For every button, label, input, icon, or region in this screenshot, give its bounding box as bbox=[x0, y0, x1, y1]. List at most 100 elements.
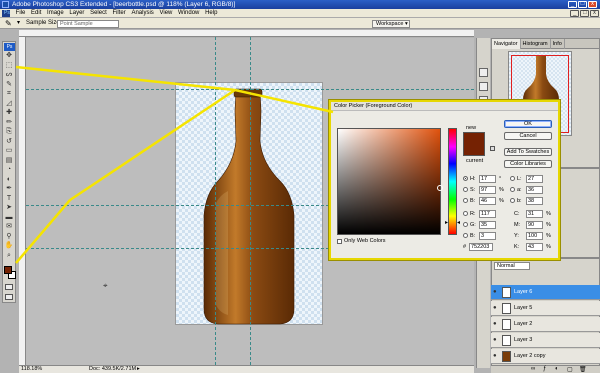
menu-image[interactable]: Image bbox=[45, 9, 66, 18]
hex-field[interactable]: #752203 bbox=[463, 243, 508, 251]
cancel-button[interactable]: Cancel bbox=[504, 132, 552, 140]
notes-tool-icon[interactable]: ✉ bbox=[4, 223, 14, 231]
yellow-input[interactable]: 100 bbox=[526, 232, 543, 240]
slice-tool-icon[interactable]: ◿ bbox=[4, 100, 14, 108]
minimize-button[interactable]: _ bbox=[568, 1, 577, 8]
clone-tool-icon[interactable]: ⎘ bbox=[4, 128, 14, 136]
hue-slider[interactable] bbox=[448, 128, 457, 235]
quick-select-tool-icon[interactable]: ✎ bbox=[4, 81, 14, 89]
blue-field[interactable]: B: 3 bbox=[463, 232, 508, 240]
crop-tool-icon[interactable]: ⌗ bbox=[4, 90, 14, 98]
lab-a-radio[interactable] bbox=[510, 187, 515, 192]
lab-b-radio[interactable] bbox=[510, 198, 515, 203]
saturation-input[interactable]: 97 bbox=[479, 186, 496, 194]
only-web-colors-checkbox[interactable] bbox=[337, 239, 342, 244]
hue-input[interactable]: 17 bbox=[479, 175, 496, 183]
eye-icon[interactable]: ● bbox=[493, 337, 500, 344]
current-color-preview[interactable] bbox=[463, 144, 485, 156]
blend-mode-select[interactable]: Normal bbox=[494, 262, 530, 270]
guide-horizontal[interactable] bbox=[26, 89, 474, 90]
doc-minimize-button[interactable]: _ bbox=[570, 10, 579, 17]
tab-info[interactable]: Info bbox=[551, 39, 565, 49]
eye-icon[interactable]: ● bbox=[493, 353, 500, 360]
color-field-marker[interactable] bbox=[437, 185, 443, 191]
hue-slider-left-arrow-icon[interactable]: ▸ bbox=[445, 219, 448, 226]
saturation-radio[interactable] bbox=[463, 187, 468, 192]
cyan-field[interactable]: C: 31% bbox=[510, 210, 555, 218]
brushes-panel-icon[interactable] bbox=[479, 68, 488, 77]
hue-slider-right-arrow-icon[interactable]: ◂ bbox=[457, 219, 460, 226]
green-radio[interactable] bbox=[463, 222, 468, 227]
eye-icon[interactable]: ● bbox=[493, 289, 500, 296]
workspace-button[interactable]: Workspace ▾ bbox=[372, 20, 410, 28]
tab-navigator[interactable]: Navigator bbox=[492, 39, 521, 49]
zoom-tool-icon[interactable]: ⌕ bbox=[4, 252, 14, 260]
history-brush-tool-icon[interactable]: ↺ bbox=[4, 138, 14, 146]
layer-style-icon[interactable]: ƒ bbox=[543, 366, 546, 372]
red-field[interactable]: R: 117 bbox=[463, 210, 508, 218]
ok-button[interactable]: OK bbox=[504, 120, 552, 128]
sample-size-select[interactable]: Point Sample bbox=[57, 20, 119, 28]
tool-preset-arrow-icon[interactable]: ▾ bbox=[17, 18, 20, 29]
lasso-tool-icon[interactable]: ᔕ bbox=[4, 71, 14, 79]
red-radio[interactable] bbox=[463, 211, 468, 216]
trash-icon[interactable]: 🗑 bbox=[579, 366, 587, 373]
blue-radio[interactable] bbox=[463, 233, 468, 238]
quick-mask-icon[interactable] bbox=[5, 284, 13, 290]
healing-tool-icon[interactable]: ✚ bbox=[4, 109, 14, 117]
link-layers-icon[interactable]: ∞ bbox=[531, 366, 535, 372]
lab-b-input[interactable]: 38 bbox=[526, 197, 543, 205]
pen-tool-icon[interactable]: ✒ bbox=[4, 185, 14, 193]
doc-close-button[interactable]: x bbox=[590, 10, 599, 17]
menu-help[interactable]: Help bbox=[203, 9, 219, 18]
lab-l-field[interactable]: L: 27 bbox=[510, 175, 555, 183]
tool-presets-icon[interactable] bbox=[479, 82, 488, 91]
magenta-field[interactable]: M: 90% bbox=[510, 221, 555, 229]
layer-row[interactable]: ● Layer 2 bbox=[491, 317, 600, 332]
saturation-field[interactable]: S: 97% bbox=[463, 186, 508, 194]
menu-window[interactable]: Window bbox=[176, 9, 201, 18]
eyedropper-tool-icon[interactable]: ⚲ bbox=[4, 233, 14, 241]
green-field[interactable]: G: 35 bbox=[463, 221, 508, 229]
web-safe-cube-icon[interactable] bbox=[490, 146, 495, 151]
maximize-button[interactable]: □ bbox=[578, 1, 587, 8]
lab-b-field[interactable]: b: 38 bbox=[510, 197, 555, 205]
new-layer-icon[interactable]: ▢ bbox=[567, 366, 573, 373]
layer-row[interactable]: ● Layer 2 copy bbox=[491, 349, 600, 364]
color-libraries-button[interactable]: Color Libraries bbox=[504, 160, 552, 168]
move-tool-icon[interactable]: ✥ bbox=[4, 52, 14, 60]
hue-radio[interactable] bbox=[463, 176, 468, 181]
eraser-tool-icon[interactable]: ▭ bbox=[4, 147, 14, 155]
dodge-tool-icon[interactable]: ◐ bbox=[4, 176, 14, 184]
layer-row[interactable]: ● Layer 5 bbox=[491, 301, 600, 316]
screen-mode-icon[interactable] bbox=[5, 294, 13, 300]
brightness-field[interactable]: B: 46% bbox=[463, 197, 508, 205]
layer-row[interactable]: ● Layer 6 bbox=[491, 285, 600, 300]
hand-tool-icon[interactable]: ✋ bbox=[4, 242, 14, 250]
menu-edit[interactable]: Edit bbox=[29, 9, 43, 18]
green-input[interactable]: 35 bbox=[479, 221, 496, 229]
document-canvas[interactable] bbox=[175, 82, 323, 325]
tab-histogram[interactable]: Histogram bbox=[521, 39, 551, 49]
blur-tool-icon[interactable]: ◔ bbox=[4, 166, 14, 174]
foreground-color-swatch[interactable] bbox=[4, 266, 12, 274]
menu-select[interactable]: Select bbox=[88, 9, 109, 18]
lab-a-input[interactable]: 36 bbox=[526, 186, 543, 194]
lab-a-field[interactable]: a: 36 bbox=[510, 186, 555, 194]
red-input[interactable]: 117 bbox=[479, 210, 496, 218]
eye-icon[interactable]: ● bbox=[493, 305, 500, 312]
mask-icon[interactable]: ◐ bbox=[555, 366, 559, 372]
type-tool-icon[interactable]: T bbox=[4, 195, 14, 203]
magenta-input[interactable]: 90 bbox=[526, 221, 543, 229]
doc-maximize-button[interactable]: □ bbox=[580, 10, 589, 17]
yellow-field[interactable]: Y: 100% bbox=[510, 232, 555, 240]
eye-icon[interactable]: ● bbox=[493, 321, 500, 328]
path-select-tool-icon[interactable]: ➤ bbox=[4, 204, 14, 212]
lab-l-radio[interactable] bbox=[510, 176, 515, 181]
status-arrow-icon[interactable]: ▸ bbox=[137, 366, 140, 373]
menu-layer[interactable]: Layer bbox=[67, 9, 86, 18]
layer-row[interactable]: ● Layer 3 bbox=[491, 333, 600, 348]
menu-view[interactable]: View bbox=[157, 9, 174, 18]
hex-input[interactable]: 752203 bbox=[469, 243, 493, 251]
menu-filter[interactable]: Filter bbox=[110, 9, 127, 18]
